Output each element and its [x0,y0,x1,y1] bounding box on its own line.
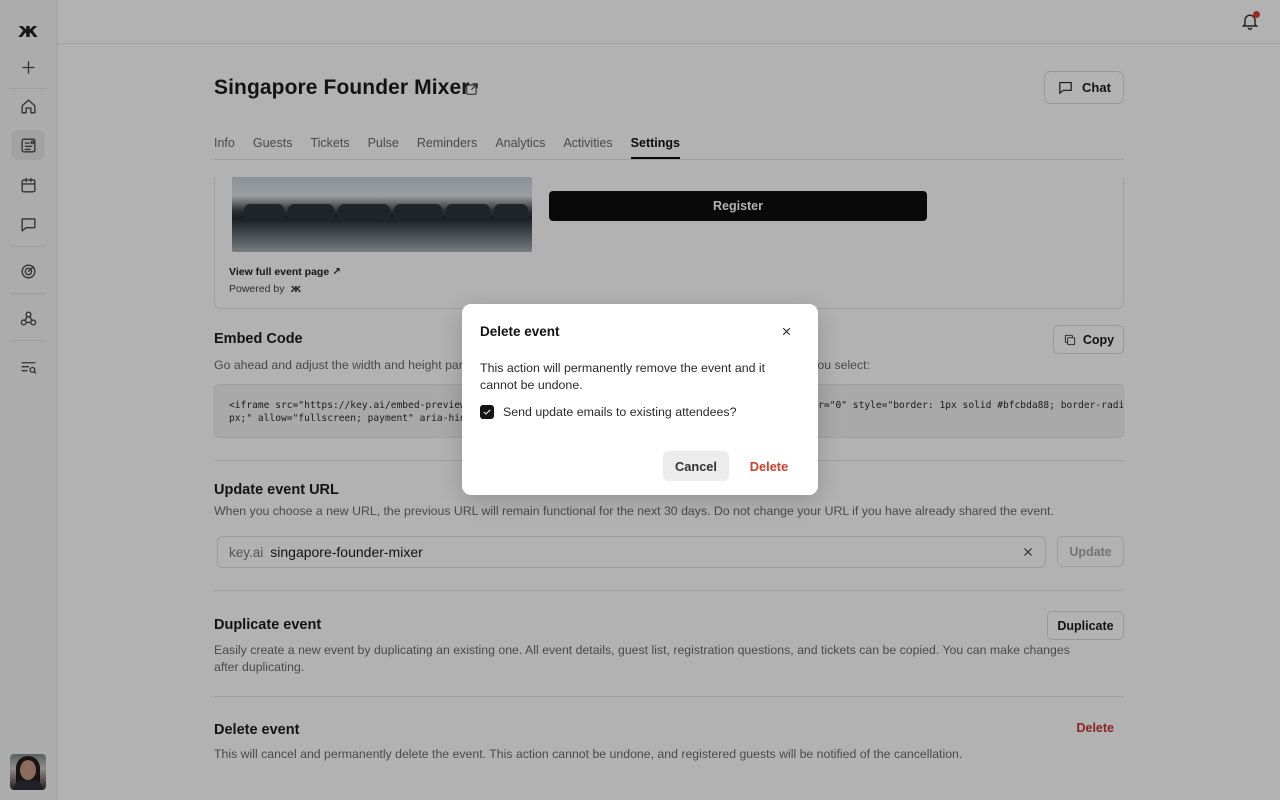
dialog-message: This action will permanently remove the … [480,361,766,392]
send-update-emails-checkbox[interactable] [480,405,494,419]
close-icon[interactable] [780,325,794,339]
send-update-emails-label[interactable]: Send update emails to existing attendees… [503,405,737,419]
cancel-button[interactable]: Cancel [663,451,729,481]
delete-event-dialog: Delete event This action will permanentl… [462,304,818,495]
confirm-delete-button[interactable]: Delete [744,451,794,481]
check-icon [483,409,491,415]
send-update-emails-option[interactable]: Send update emails to existing attendees… [480,405,737,419]
dialog-title: Delete event [480,324,560,339]
